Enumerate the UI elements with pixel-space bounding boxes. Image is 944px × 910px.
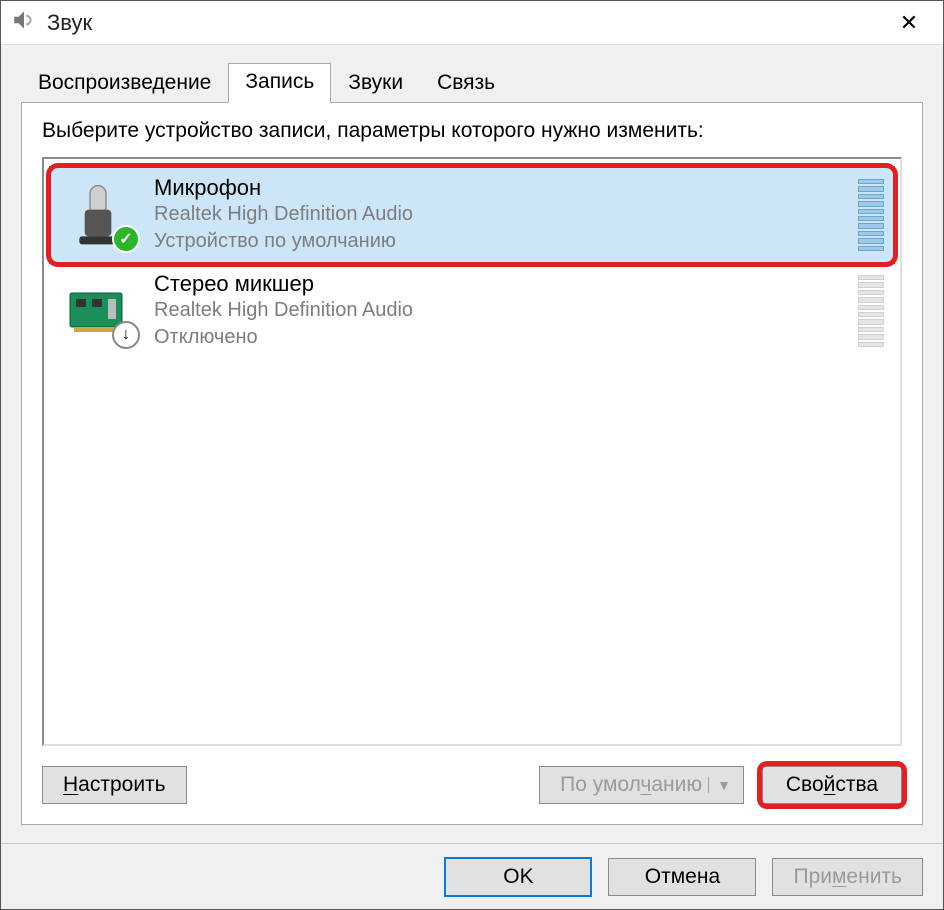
app-icon: [11, 7, 37, 38]
device-name: Микрофон: [154, 175, 842, 201]
configure-button[interactable]: Настроить: [42, 766, 187, 804]
tab-0[interactable]: Воспроизведение: [21, 64, 228, 103]
recording-tab-panel: Выберите устройство записи, параметры ко…: [21, 102, 923, 825]
device-status: Устройство по умолчанию: [154, 228, 842, 255]
set-default-button[interactable]: По умолчанию ▼: [539, 766, 744, 804]
chevron-down-icon: ▼: [708, 777, 739, 793]
device-row[interactable]: ↓ Стерео микшерRealtek High Definition Au…: [50, 263, 894, 359]
down-arrow-icon: ↓: [112, 321, 140, 349]
properties-button[interactable]: Свойства: [762, 766, 902, 804]
checkmark-icon: ✓: [112, 225, 140, 253]
tab-2[interactable]: Звуки: [331, 64, 420, 103]
tab-strip: ВоспроизведениеЗаписьЗвукиСвязь: [21, 63, 923, 103]
device-driver: Realtek High Definition Audio: [154, 297, 842, 324]
client-area: ВоспроизведениеЗаписьЗвукиСвязь Выберите…: [1, 45, 943, 843]
dialog-button-bar: OK Отмена Применить: [1, 843, 943, 909]
ok-button[interactable]: OK: [444, 857, 592, 897]
panel-prompt: Выберите устройство записи, параметры ко…: [42, 119, 902, 143]
device-status: Отключено: [154, 324, 842, 351]
panel-button-row: Настроить По умолчанию ▼ Свойства: [42, 766, 902, 804]
device-name: Стерео микшер: [154, 271, 842, 297]
close-button[interactable]: ✕: [887, 4, 931, 42]
tab-3[interactable]: Связь: [420, 64, 512, 103]
device-list[interactable]: ✓МикрофонRealtek High Definition AudioУс…: [42, 157, 902, 746]
level-meter: [858, 275, 884, 347]
device-row[interactable]: ✓ МикрофонRealtek High Definition AudioУс…: [50, 167, 894, 263]
apply-button[interactable]: Применить: [772, 858, 923, 896]
microphone-icon: ✓: [58, 179, 138, 251]
level-meter: [858, 179, 884, 251]
window-title: Звук: [47, 10, 92, 36]
device-driver: Realtek High Definition Audio: [154, 201, 842, 228]
tab-1[interactable]: Запись: [228, 63, 331, 103]
sound-dialog: Звук ✕ ВоспроизведениеЗаписьЗвукиСвязь В…: [0, 0, 944, 910]
sound-card-icon: ↓: [58, 275, 138, 347]
cancel-button[interactable]: Отмена: [608, 858, 756, 896]
titlebar: Звук ✕: [1, 1, 943, 45]
